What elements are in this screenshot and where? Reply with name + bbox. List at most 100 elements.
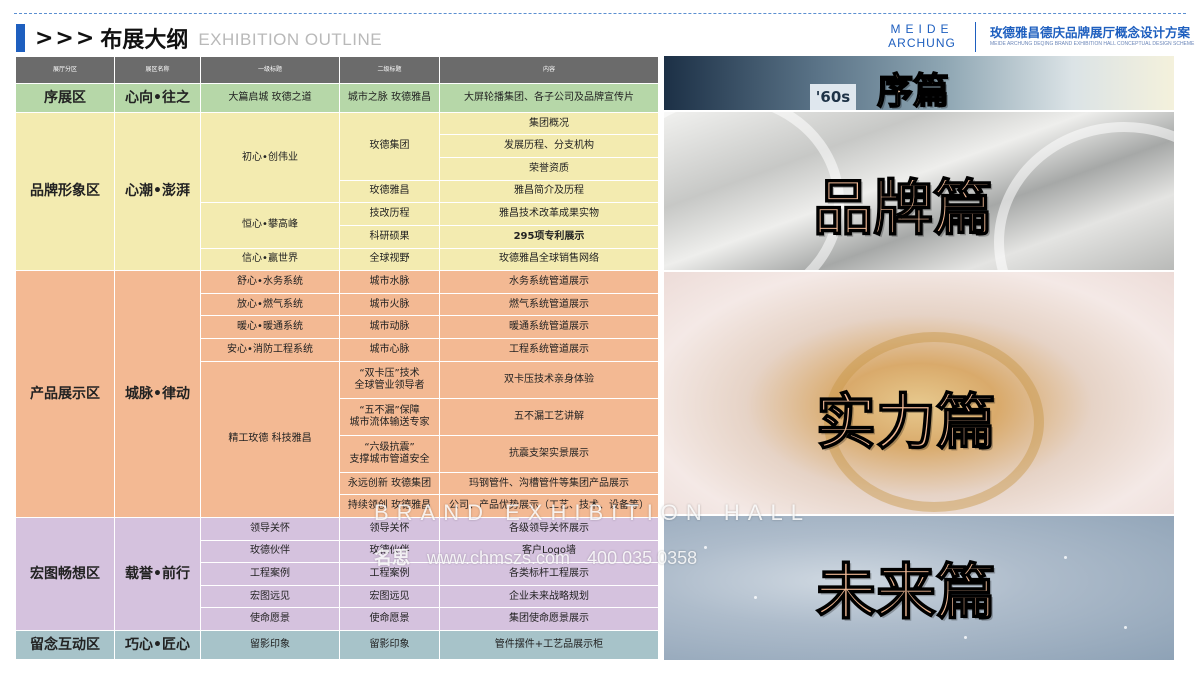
- table-row: 宏图畅想区 载誉•前行 领导关怀 领导关怀 各级领导关怀展示: [15, 516, 659, 632]
- content-cell: 公司、产品优势展示（工艺、技术、设备等）: [439, 494, 659, 518]
- page-subtitle: EXHIBITION OUTLINE: [198, 30, 383, 49]
- content-cell: 工程系统管道展示: [439, 338, 659, 362]
- zone-name-cell: 城脉•律动: [114, 270, 201, 518]
- content-cell: 雅昌简介及历程: [439, 179, 659, 204]
- level2-cell: 玫德集团: [339, 111, 440, 181]
- page-title: 布展大纲: [100, 28, 189, 53]
- zone-name-cell: 巧心•匠心: [114, 630, 201, 660]
- panel-brand-label: 品牌篇: [812, 173, 994, 245]
- panel-strength-label: 实力篇: [815, 387, 997, 459]
- content-cell: 玛钢管件、沟槽管件等集团产品展示: [439, 471, 659, 496]
- level1-cell: 精工玫德 科技雅昌: [200, 360, 340, 518]
- content-cell: 发展历程、分支机构: [439, 134, 659, 159]
- content-cell: 各级领导关怀展示: [439, 516, 659, 541]
- content-cell: 双卡压技术亲身体验: [439, 360, 659, 399]
- level1-cell: 留影印象: [200, 630, 340, 660]
- content-cell: 雅昌技术改革成果实物: [439, 202, 659, 226]
- level1-cell: 放心•燃气系统: [200, 292, 340, 317]
- col-header-zone: 展厅分区: [15, 56, 115, 84]
- content-cell: 暖通系统管道展示: [439, 315, 659, 340]
- panel-future-label: 未来篇: [815, 557, 997, 629]
- level1-cell: 大篇启城 玫德之道: [200, 83, 340, 113]
- zone-cell: 品牌形象区: [15, 111, 115, 272]
- level2-cell: 工程案例: [339, 562, 440, 586]
- project-subtitle: MEIDE ARCHUNG DEQING BRAND EXHIBITION HA…: [990, 41, 1195, 47]
- content-cell: 管件摆件+工艺品展示柜: [439, 630, 659, 660]
- brand-line1: MEIDE: [890, 22, 954, 36]
- level1-cell: 领导关怀: [200, 516, 340, 541]
- top-dashed-line: [14, 13, 1186, 14]
- level1-cell: 使命愿景: [200, 607, 340, 632]
- col-header-area-name: 展区名称: [114, 56, 201, 84]
- content-cell: 五不漏工艺讲解: [439, 397, 659, 436]
- title-arrows: >>>: [35, 25, 97, 51]
- level2-cell: 城市之脉 玫德雅昌: [339, 83, 440, 113]
- level1-cell: 舒心•水务系统: [200, 270, 340, 294]
- table-row: 序展区 心向•往之 大篇启城 玫德之道 城市之脉 玫德雅昌 大屏轮播集团、各子公…: [15, 83, 659, 113]
- level2-cell: 玫德伙伴: [339, 539, 440, 564]
- level2-cell: 宏图远见: [339, 584, 440, 609]
- zone-name-cell: 载誉•前行: [114, 516, 201, 632]
- zone-cell: 留念互动区: [15, 630, 115, 660]
- content-cell: 水务系统管道展示: [439, 270, 659, 294]
- network-dot-decoration: [754, 596, 757, 599]
- level2-cell: 永远创新 玫德集团: [339, 471, 440, 496]
- level2-cell: “双卡压”技术 全球管业领导者: [339, 360, 440, 399]
- level2-cell: 城市水脉: [339, 270, 440, 294]
- level2-cell: 玫德雅昌: [339, 179, 440, 204]
- table-row: 产品展示区 城脉•律动 舒心•水务系统 城市水脉 水务系统管道展示: [15, 270, 659, 518]
- content-cell: 企业未来战略规划: [439, 584, 659, 609]
- brand-line2: ARCHUNG: [888, 36, 956, 50]
- level2-cell: 城市动脉: [339, 315, 440, 340]
- table-header-row: 展厅分区 展区名称 一级标题 二级标题 内容: [15, 56, 659, 84]
- content-cell: 大屏轮播集团、各子公司及品牌宣传片: [439, 83, 659, 113]
- panel-prologue: '60s 序篇: [664, 56, 1174, 110]
- level1-cell: 宏图远见: [200, 584, 340, 609]
- level1-cell: 恒心•攀高峰: [200, 202, 340, 249]
- content-cell: 燃气系统管道展示: [439, 292, 659, 317]
- zone-cell: 产品展示区: [15, 270, 115, 518]
- table-row: 留念互动区 巧心•匠心 留影印象 留影印象 管件摆件+工艺品展示柜: [15, 630, 659, 660]
- content-cell: 玫德雅昌全球销售网络: [439, 247, 659, 272]
- exhibition-outline-table: 展厅分区 展区名称 一级标题 二级标题 内容 序展区 心向•往之 大篇启城 玫德…: [15, 56, 659, 660]
- project-title: 玫德雅昌德庆品牌展厅概念设计方案: [990, 25, 1191, 40]
- content-cell: 抗震支架实景展示: [439, 434, 659, 473]
- brand-divider: [975, 22, 976, 52]
- level1-cell: 工程案例: [200, 562, 340, 586]
- level2-cell: 城市火脉: [339, 292, 440, 317]
- panel-prologue-label: 序篇: [876, 70, 950, 110]
- panel-future: 未来篇: [664, 516, 1174, 660]
- content-cell: 客户Logo墙: [439, 539, 659, 564]
- content-cell: 荣誉资质: [439, 157, 659, 181]
- level2-cell: 留影印象: [339, 630, 440, 660]
- panel-brand: 品牌篇: [664, 112, 1174, 270]
- level1-cell: 暖心•暖通系统: [200, 315, 340, 340]
- level1-cell: 安心•消防工程系统: [200, 338, 340, 362]
- level2-cell: 领导关怀: [339, 516, 440, 541]
- panel-strength: 实力篇: [664, 272, 1174, 514]
- network-dot-decoration: [1064, 556, 1067, 559]
- zone-cell: 宏图畅想区: [15, 516, 115, 632]
- brand-logo: MEIDE ARCHUNG: [886, 22, 958, 50]
- project-title-block: 玫德雅昌德庆品牌展厅概念设计方案 MEIDE ARCHUNG DEQING BR…: [990, 22, 1195, 47]
- network-dot-decoration: [964, 636, 967, 639]
- network-dot-decoration: [1124, 626, 1127, 629]
- zone-cell: 序展区: [15, 83, 115, 113]
- level2-cell: 持续领创 玫德雅昌: [339, 494, 440, 518]
- level2-cell: 全球视野: [339, 247, 440, 272]
- col-header-level2: 二级标题: [339, 56, 440, 84]
- level2-cell: 城市心脉: [339, 338, 440, 362]
- zone-name-cell: 心潮•澎湃: [114, 111, 201, 272]
- content-cell: 295项专利展示: [439, 224, 659, 249]
- page-title-bar: >>> 布展大纲 EXHIBITION OUTLINE: [16, 24, 383, 53]
- level1-cell: 玫德伙伴: [200, 539, 340, 564]
- level2-cell: “六级抗震” 支撑城市管道安全: [339, 434, 440, 473]
- level2-cell: 科研硕果: [339, 224, 440, 249]
- level2-cell: 技改历程: [339, 202, 440, 226]
- content-cell: 集团使命愿景展示: [439, 607, 659, 632]
- title-accent-bar: [16, 24, 25, 52]
- content-cell: 集团概况: [439, 111, 659, 136]
- level1-cell: 初心•创伟业: [200, 111, 340, 204]
- zone-name-cell: 心向•往之: [114, 83, 201, 113]
- col-header-content: 内容: [439, 56, 659, 84]
